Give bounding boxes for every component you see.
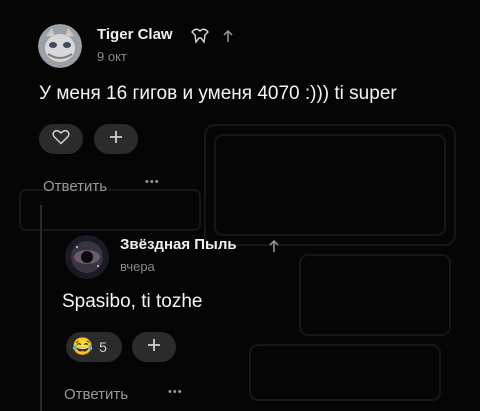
reply-avatar[interactable] [65,235,109,279]
thread-line [40,205,42,411]
reply-text: Spasibo, ti tozhe [62,291,203,312]
reply-button[interactable]: Ответить [64,386,128,403]
tiger-badge-icon [190,26,210,49]
reply-button[interactable]: Ответить [43,178,107,195]
avatar[interactable] [38,24,82,68]
reply-author[interactable]: Звёздная Пыль [120,236,237,253]
reaction-count: 5 [99,339,107,355]
plus-icon [108,129,124,150]
more-options-button[interactable]: ••• [145,176,160,188]
plus-icon [146,337,162,358]
heart-icon [52,129,70,150]
arrow-up-icon[interactable] [268,239,280,258]
reply-date: вчера [120,259,155,274]
comment-date: 9 окт [97,49,127,64]
comment-author[interactable]: Tiger Claw [97,26,173,43]
laughing-emoji-icon: 😂 [72,337,94,356]
add-reaction-button[interactable] [94,124,138,154]
arrow-up-icon[interactable] [222,29,234,48]
add-reaction-button[interactable] [132,332,176,362]
like-button[interactable] [39,124,83,154]
more-options-button[interactable]: ••• [168,386,183,398]
comment-text: У меня 16 гигов и уменя 4070 :))) ti sup… [39,83,397,104]
reaction-button[interactable]: 😂 5 [66,332,122,362]
